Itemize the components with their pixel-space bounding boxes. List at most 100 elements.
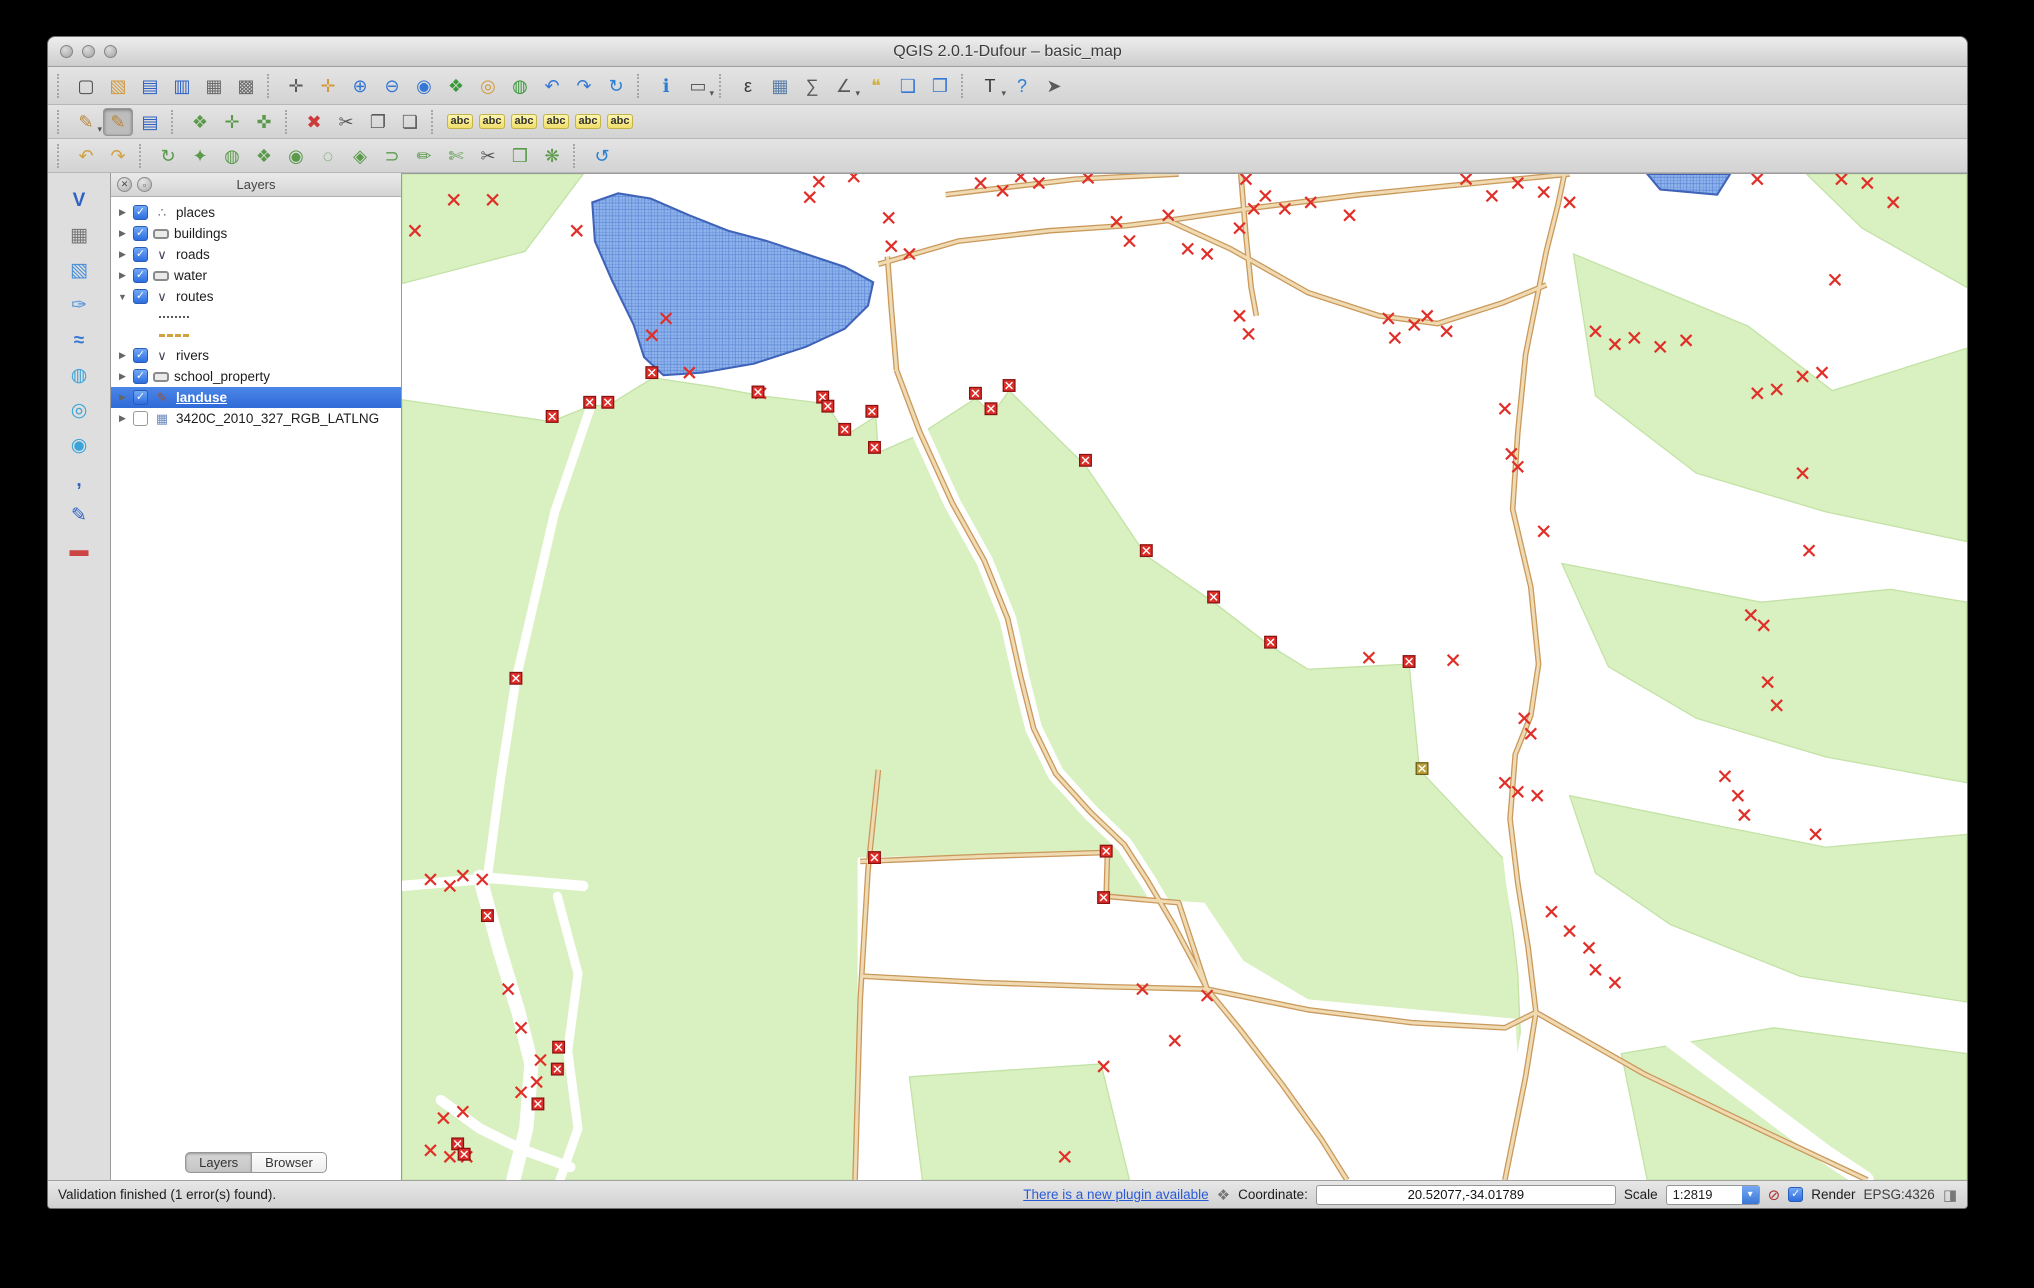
scale-combo[interactable]: 1:2819 ▾ [1666,1185,1760,1205]
symbology-item[interactable] [111,326,401,345]
layer-row-roads[interactable]: ▶✓∨roads [111,244,401,265]
add-ring-button[interactable]: ◍ [217,142,247,170]
layer-row-water[interactable]: ▶✓water [111,265,401,286]
rotate-label-button[interactable]: abc [573,108,603,136]
layer-row-places[interactable]: ▶✓∴places [111,202,401,223]
rotate-feature-button[interactable]: ↻ [153,142,183,170]
current-edits-button[interactable]: ✎▾ [71,108,101,136]
layer-row-routes[interactable]: ▼✓∨routes [111,286,401,307]
add-vector-layer-button[interactable]: V [61,185,97,215]
dropdown-arrow-icon[interactable]: ▾ [709,88,714,99]
layer-visibility-checkbox[interactable]: ✓ [133,247,148,262]
coordinate-input[interactable] [1316,1185,1616,1205]
simplify-feature-button[interactable]: ✦ [185,142,215,170]
new-print-composer-button[interactable]: ▦ [199,72,229,100]
symbology-item[interactable] [111,307,401,326]
toolbar-handle[interactable] [267,74,275,98]
rotate-point-symbols-button[interactable]: ❋ [537,142,567,170]
zoom-full-extent-button[interactable]: ❖ [441,72,471,100]
cut-features-button[interactable]: ✂ [331,108,361,136]
crs-selector-icon[interactable]: ◨ [1943,1186,1957,1204]
panel-float-icon[interactable]: ▫ [137,177,152,192]
text-annotation-button[interactable]: T▾ [975,72,1005,100]
delete-ring-button[interactable]: ◌ [313,142,343,170]
toolbar-handle[interactable] [57,144,65,168]
layer-row-rivers[interactable]: ▶✓∨rivers [111,345,401,366]
change-label-properties-button[interactable]: abc [605,108,635,136]
add-part-button[interactable]: ❖ [249,142,279,170]
refresh-map-button[interactable]: ↻ [601,72,631,100]
expand-icon[interactable]: ▶ [117,270,128,281]
toolbar-handle[interactable] [57,110,65,134]
expand-icon[interactable]: ▶ [117,249,128,260]
fill-ring-button[interactable]: ◉ [281,142,311,170]
pan-to-selection-button[interactable]: ✛ [313,72,343,100]
layer-visibility-checkbox[interactable]: ✓ [133,348,148,363]
layer-row-buildings[interactable]: ▶✓buildings [111,223,401,244]
layer-visibility-checkbox[interactable]: ✓ [133,390,148,405]
dropdown-arrow-icon[interactable]: ▾ [1001,88,1006,99]
offset-curve-button[interactable]: ⊃ [377,142,407,170]
layer-visibility-checkbox[interactable]: ✓ [133,226,148,241]
remove-layer-button[interactable]: ▬ [61,535,97,565]
copy-features-button[interactable]: ❐ [363,108,393,136]
dropdown-arrow-icon[interactable]: ▾ [97,124,102,135]
toggle-editing-button[interactable]: ✎ [103,108,133,136]
select-features-button[interactable]: ▭▾ [683,72,713,100]
new-bookmark-button[interactable]: ❑ [893,72,923,100]
collapse-icon[interactable]: ▼ [117,292,128,302]
render-checkbox[interactable]: ✓ [1788,1187,1803,1202]
toolbar-handle[interactable] [171,110,179,134]
save-project-button[interactable]: ▤ [135,72,165,100]
add-postgis-layer-button[interactable]: ▧ [61,255,97,285]
split-features-button[interactable]: ✂ [473,142,503,170]
toolbar-handle[interactable] [57,74,65,98]
help-contents-button[interactable]: ? [1007,72,1037,100]
show-hide-labels-button[interactable]: abc [509,108,539,136]
pan-map-button[interactable]: ✛ [281,72,311,100]
title-bar[interactable]: QGIS 2.0.1-Dufour – basic_map [48,37,1967,67]
layer-row-3420C_2010_327_RGB_LATLNG[interactable]: ▶▦3420C_2010_327_RGB_LATLNG [111,408,401,429]
panel-tab-browser[interactable]: Browser [252,1152,327,1173]
composer-manager-button[interactable]: ▩ [231,72,261,100]
layer-visibility-checkbox[interactable]: ✓ [133,268,148,283]
map-tips-button[interactable]: ❝ [861,72,891,100]
zoom-last-button[interactable]: ↶ [537,72,567,100]
merge-selected-features-button[interactable]: ❒ [505,142,535,170]
layer-labeling-options-button[interactable]: abc [445,108,475,136]
expand-icon[interactable]: ▶ [117,350,128,361]
identify-features-button[interactable]: ℹ [651,72,681,100]
panel-close-icon[interactable]: ✕ [117,177,132,192]
pin-unpin-labels-button[interactable]: abc [477,108,507,136]
add-mssql-layer-button[interactable]: ≈ [61,325,97,355]
layer-visibility-checkbox[interactable]: ✓ [133,369,148,384]
statistical-summary-button[interactable]: ∑ [797,72,827,100]
zoom-in-button[interactable]: ⊕ [345,72,375,100]
toolbar-handle[interactable] [285,110,293,134]
add-delimited-text-layer-button[interactable]: , [61,465,97,495]
expand-icon[interactable]: ▶ [117,371,128,382]
expand-icon[interactable]: ▶ [117,392,128,403]
redo-button[interactable]: ↷ [103,142,133,170]
close-window-button[interactable] [60,45,73,58]
measure-button[interactable]: ∠▾ [829,72,859,100]
select-by-expression-button[interactable]: ε [733,72,763,100]
open-attribute-table-button[interactable]: ▦ [765,72,795,100]
show-bookmarks-button[interactable]: ❒ [925,72,955,100]
save-layer-edits-button[interactable]: ▤ [135,108,165,136]
layer-visibility-checkbox[interactable]: ✓ [133,289,148,304]
toolbar-handle[interactable] [139,144,147,168]
expand-icon[interactable]: ▶ [117,207,128,218]
plugin-link[interactable]: There is a new plugin available [1023,1187,1208,1202]
layer-visibility-checkbox[interactable]: ✓ [133,205,148,220]
minimize-window-button[interactable] [82,45,95,58]
zoom-to-selection-button[interactable]: ◎ [473,72,503,100]
layer-row-landuse[interactable]: ▶✓✎landuse [111,387,401,408]
paste-features-button[interactable]: ❏ [395,108,425,136]
toolbar-handle[interactable] [431,110,439,134]
expand-icon[interactable]: ▶ [117,413,128,424]
layer-row-school_property[interactable]: ▶✓school_property [111,366,401,387]
layer-visibility-checkbox[interactable] [133,411,148,426]
open-project-button[interactable]: ▧ [103,72,133,100]
add-wms-layer-button[interactable]: ◍ [61,360,97,390]
